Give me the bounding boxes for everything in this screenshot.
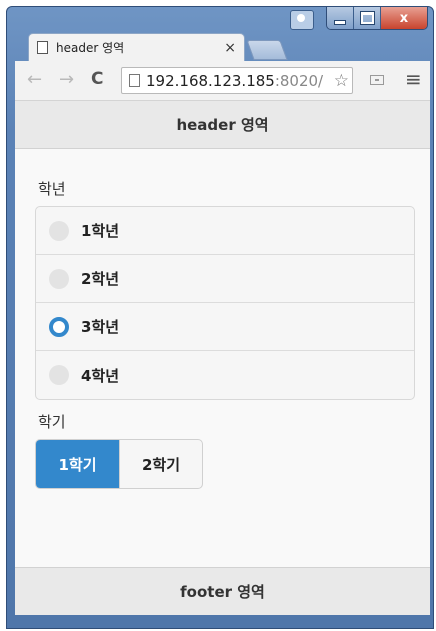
radio-icon[interactable] [49, 365, 69, 385]
address-bar[interactable]: 192.168.123.185:8020/ ☆ [121, 67, 353, 94]
semester-2-button[interactable]: 2학기 [119, 440, 202, 488]
radio-label: 1학년 [81, 222, 120, 240]
grade-legend: 학년 [38, 180, 66, 198]
cast-icon[interactable] [370, 75, 384, 85]
radio-label: 2학년 [81, 270, 120, 288]
browser-tab[interactable]: header 영역 × [28, 33, 245, 61]
radio-option-grade-3[interactable]: 3학년 [36, 303, 414, 351]
semester-segmented-control: 1학기 2학기 [35, 439, 203, 489]
url-text[interactable]: 192.168.123.185:8020/ [146, 72, 334, 90]
page-footer: footer 영역 [15, 567, 430, 615]
minimize-button[interactable] [327, 7, 354, 29]
radio-icon[interactable] [49, 268, 69, 289]
semester-1-button[interactable]: 1학기 [36, 440, 119, 488]
new-tab-button[interactable] [246, 40, 288, 60]
radio-option-grade-2[interactable]: 2학년 [36, 255, 414, 303]
tab-title: header 영역 [56, 41, 125, 55]
radio-label: 3학년 [81, 318, 120, 336]
user-icon[interactable] [290, 10, 314, 30]
tab-close-icon[interactable]: × [224, 40, 236, 56]
grade-radio-group: 1학년 2학년 3학년 4학년 [35, 206, 415, 400]
star-icon[interactable]: ☆ [334, 71, 349, 91]
radio-checked-icon[interactable] [49, 316, 69, 337]
browser-toolbar: ← → C 192.168.123.185:8020/ ☆ ≡ [15, 61, 430, 101]
url-host: 192.168.123.185 [146, 71, 275, 90]
page-icon [129, 74, 140, 87]
radio-option-grade-4[interactable]: 4학년 [36, 351, 414, 399]
close-icon: x [399, 10, 409, 26]
menu-icon[interactable]: ≡ [405, 67, 422, 91]
forward-arrow-icon[interactable]: → [59, 69, 74, 90]
minimize-icon [334, 19, 346, 25]
page-header: header 영역 [15, 101, 430, 149]
close-window-button[interactable]: x [381, 7, 427, 29]
radio-option-grade-1[interactable]: 1학년 [36, 207, 414, 255]
window-controls: x [326, 6, 428, 30]
radio-icon[interactable] [49, 220, 69, 241]
radio-label: 4학년 [81, 366, 120, 385]
semester-legend: 학기 [38, 413, 66, 431]
page-content: header 영역 학년 1학년 2학년 3학년 4학년 학기 1학기 2학기 … [15, 101, 430, 615]
reload-icon[interactable]: C [91, 69, 103, 89]
url-port: :8020/ [274, 71, 324, 90]
maximize-button[interactable] [354, 7, 381, 29]
page-icon [37, 41, 48, 54]
maximize-icon [359, 11, 375, 25]
back-arrow-icon[interactable]: ← [27, 69, 42, 90]
